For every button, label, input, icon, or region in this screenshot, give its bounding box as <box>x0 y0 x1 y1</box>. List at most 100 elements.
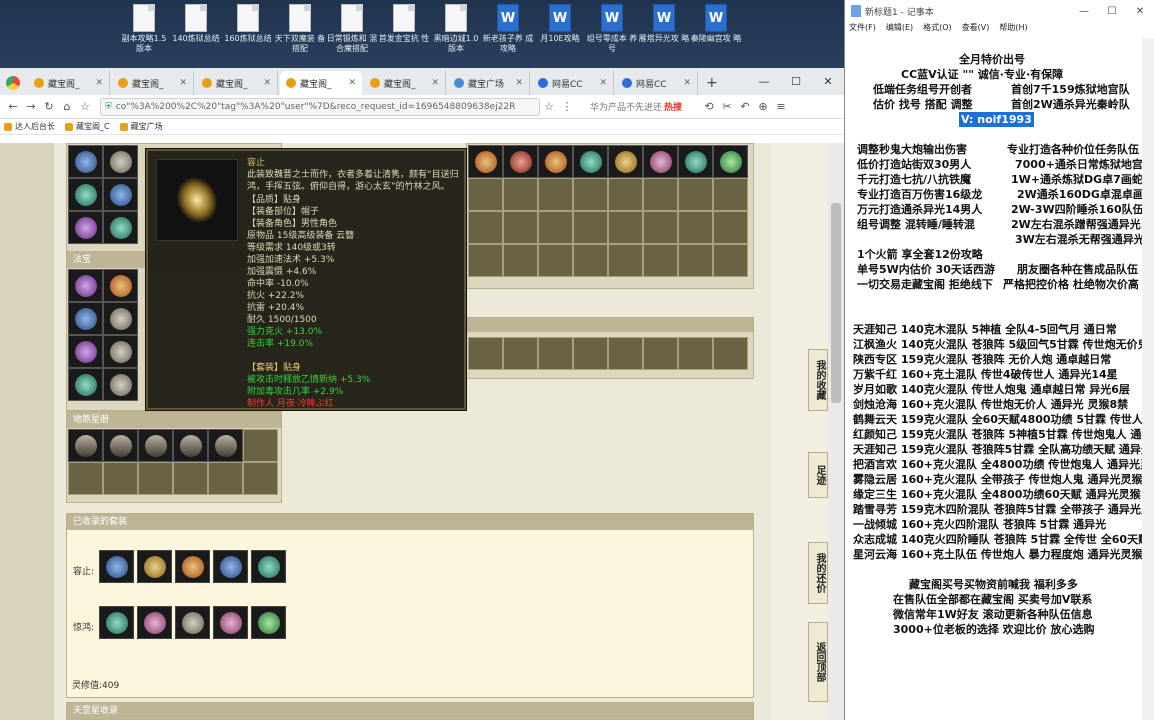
notepad-menu-item[interactable]: 格式(O) <box>923 22 952 36</box>
set-item-slot[interactable] <box>99 550 134 583</box>
empty-slot[interactable] <box>503 244 538 277</box>
notepad-scrollbar[interactable] <box>1142 38 1154 720</box>
empty-slot[interactable] <box>243 462 278 495</box>
maximize-icon[interactable]: ☐ <box>780 68 812 95</box>
star-icon[interactable]: ☆ <box>76 100 94 113</box>
empty-slot[interactable] <box>713 244 748 277</box>
minimize-icon[interactable]: — <box>748 68 780 95</box>
extension-icon[interactable]: ⟲ <box>700 100 718 113</box>
empty-slot[interactable] <box>503 211 538 244</box>
set-item-slot[interactable] <box>137 550 172 583</box>
empty-slot[interactable] <box>678 211 713 244</box>
desktop-icon[interactable]: 160炼狱总结 <box>222 4 274 44</box>
empty-slot[interactable] <box>468 211 503 244</box>
desktop-icon[interactable]: 140炼狱总结 <box>170 4 222 44</box>
empty-slot[interactable] <box>573 337 608 370</box>
browser-tab[interactable]: 网易CC ✕ <box>532 71 614 95</box>
notepad-close-icon[interactable]: ✕ <box>1126 6 1154 17</box>
desktop-icon[interactable]: 日常锻炼和 混合魔搭配 <box>326 4 378 54</box>
notepad-menu-item[interactable]: 文件(F) <box>849 22 876 36</box>
item-slot[interactable] <box>713 145 748 178</box>
bookmark-item[interactable]: 藏宝阁_C <box>65 121 110 132</box>
item-slot[interactable] <box>103 145 138 178</box>
item-slot[interactable] <box>138 429 173 462</box>
empty-slot[interactable] <box>538 178 573 211</box>
item-slot[interactable] <box>103 368 138 401</box>
undo-icon[interactable]: ↶ <box>736 100 754 113</box>
close-icon[interactable]: ✕ <box>812 68 844 95</box>
empty-slot[interactable] <box>608 211 643 244</box>
browser-tab[interactable]: 藏宝广场 ✕ <box>448 71 530 95</box>
item-slot[interactable] <box>538 145 573 178</box>
set-item-slot[interactable] <box>251 606 286 639</box>
item-slot[interactable] <box>208 429 243 462</box>
desktop-icon[interactable]: 黑暗边城1.0 版本 <box>430 4 482 54</box>
desktop-icon[interactable]: 天下双魔装 备搭配 <box>274 4 326 54</box>
page-scrollbar[interactable] <box>828 143 844 720</box>
bookmark-item[interactable]: 藏宝广场 <box>119 121 163 132</box>
item-slot[interactable] <box>68 178 103 211</box>
desktop-icon[interactable]: W 新老孩子养 成攻略 <box>482 4 534 54</box>
set-item-slot[interactable] <box>251 550 286 583</box>
item-slot[interactable] <box>468 145 503 178</box>
item-slot[interactable] <box>103 178 138 211</box>
browser-tab[interactable]: 藏宝阁_ ✕ <box>196 71 278 95</box>
set-item-slot[interactable] <box>213 606 248 639</box>
item-slot[interactable] <box>643 145 678 178</box>
empty-slot[interactable] <box>643 244 678 277</box>
search-input[interactable]: 华为产品不先进还 热搜 <box>590 98 700 116</box>
empty-slot[interactable] <box>678 178 713 211</box>
notepad-text-area[interactable]: 全月特价出号 CC蓝V认证 "" 诚信·专业·有保障 低端任务组号开创者 首创7千15… <box>845 38 1154 720</box>
empty-slot[interactable] <box>68 462 103 495</box>
item-slot[interactable] <box>68 429 103 462</box>
scrollbar-thumb[interactable] <box>831 203 841 403</box>
more-icon[interactable]: ⋮ <box>558 100 576 113</box>
set-item-slot[interactable] <box>213 550 248 583</box>
item-slot[interactable] <box>103 429 138 462</box>
browser-tab[interactable]: 藏宝阁_ ✕ <box>364 71 446 95</box>
side-button[interactable]: 我的还价 <box>808 542 828 604</box>
item-slot[interactable] <box>103 335 138 368</box>
notepad-menu-item[interactable]: 帮助(H) <box>999 22 1027 36</box>
empty-slot[interactable] <box>468 337 503 370</box>
browser-tab[interactable]: 藏宝阁_ ✕ <box>280 71 362 95</box>
tab-close-icon[interactable]: ✕ <box>683 78 691 88</box>
item-slot[interactable] <box>173 429 208 462</box>
notepad-menu-item[interactable]: 编辑(E) <box>886 22 913 36</box>
item-slot[interactable] <box>103 269 138 302</box>
bookmark-star-icon[interactable]: ☆ <box>540 100 558 113</box>
empty-slot[interactable] <box>538 211 573 244</box>
empty-slot[interactable] <box>713 178 748 211</box>
tab-close-icon[interactable]: ✕ <box>263 78 271 88</box>
tab-close-icon[interactable]: ✕ <box>431 78 439 88</box>
empty-slot[interactable] <box>503 337 538 370</box>
item-slot[interactable] <box>68 335 103 368</box>
empty-slot[interactable] <box>468 178 503 211</box>
desktop-icon[interactable]: W 秦陵幽宫攻 略 <box>690 4 742 44</box>
set-item-slot[interactable] <box>99 606 134 639</box>
tab-close-icon[interactable]: ✕ <box>515 78 523 88</box>
empty-slot[interactable] <box>503 178 538 211</box>
side-button[interactable]: 足迹 <box>808 452 828 498</box>
new-tab-button[interactable]: + <box>698 71 726 95</box>
empty-slot[interactable] <box>608 178 643 211</box>
tab-close-icon[interactable]: ✕ <box>179 78 187 88</box>
tab-close-icon[interactable]: ✕ <box>348 78 356 88</box>
desktop-icon[interactable]: W 雁塔异光攻 略 <box>638 4 690 44</box>
empty-slot[interactable] <box>643 337 678 370</box>
desktop-icon[interactable]: W 组号零成本 养号 <box>586 4 638 54</box>
item-slot[interactable] <box>68 302 103 335</box>
empty-slot[interactable] <box>208 462 243 495</box>
tab-close-icon[interactable]: ✕ <box>95 78 103 88</box>
empty-slot[interactable] <box>608 337 643 370</box>
back-icon[interactable]: ← <box>4 100 22 113</box>
notepad-menu-item[interactable]: 查看(V) <box>962 22 990 36</box>
set-item-slot[interactable] <box>137 606 172 639</box>
item-slot[interactable] <box>68 211 103 244</box>
empty-slot[interactable] <box>713 211 748 244</box>
item-slot[interactable] <box>503 145 538 178</box>
empty-slot[interactable] <box>573 211 608 244</box>
empty-slot[interactable] <box>643 211 678 244</box>
bookmark-item[interactable]: 达人后台长 <box>4 121 55 132</box>
empty-slot[interactable] <box>468 244 503 277</box>
